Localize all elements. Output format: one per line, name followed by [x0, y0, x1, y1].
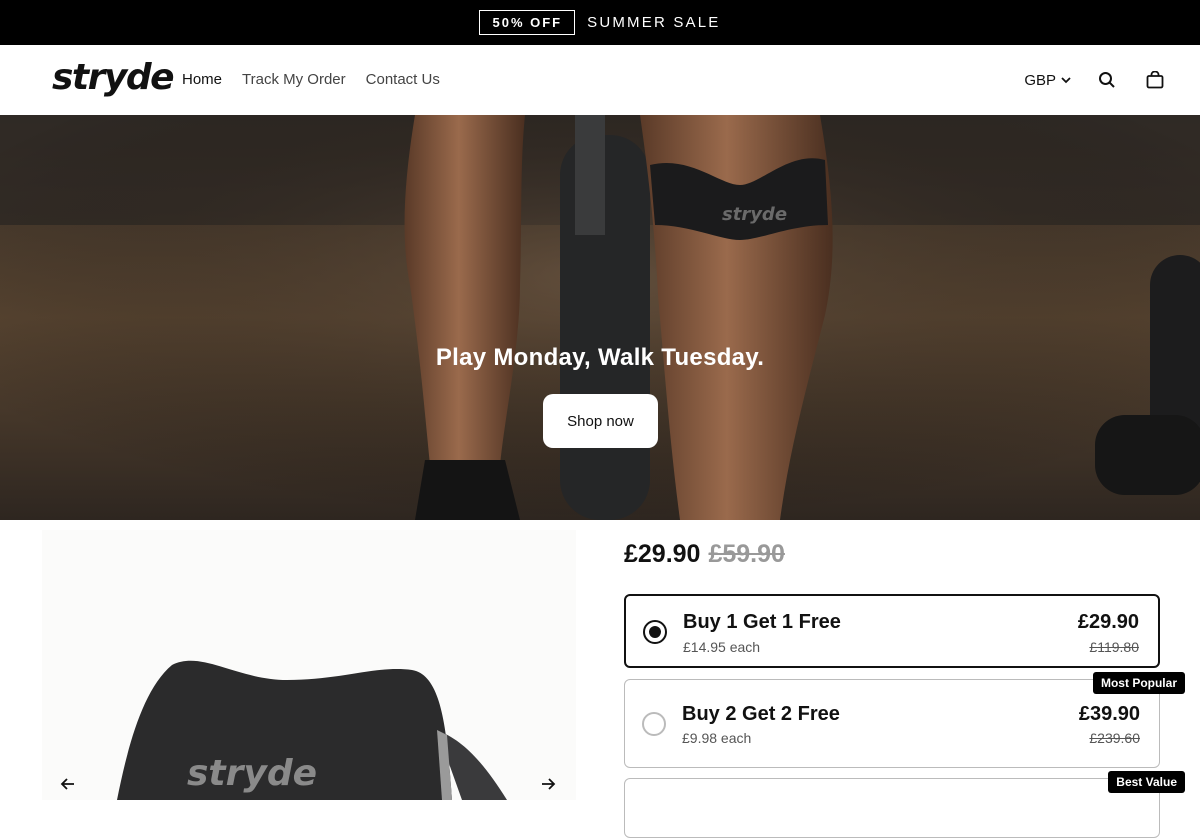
best-value-badge: Best Value: [1108, 771, 1185, 793]
cart-button[interactable]: [1142, 67, 1168, 93]
option-each-price: £9.98 each: [682, 730, 752, 746]
compare-price: £59.90: [708, 540, 785, 568]
search-button[interactable]: [1094, 67, 1120, 93]
nav-item-home[interactable]: Home: [182, 71, 222, 88]
current-price: £29.90: [624, 540, 701, 568]
gallery-next-button[interactable]: [538, 774, 558, 794]
header-actions: GBP: [1024, 67, 1168, 93]
option-title: Buy 2 Get 2 Free: [682, 703, 840, 725]
nav-item-track-my-order[interactable]: Track My Order: [242, 71, 346, 88]
shopping-bag-icon: [1146, 71, 1164, 89]
search-icon: [1099, 72, 1115, 88]
option-compare-price: £239.60: [1089, 730, 1140, 746]
most-popular-badge: Most Popular: [1092, 672, 1185, 694]
product-image: stryde: [42, 530, 576, 800]
option-each-price: £14.95 each: [683, 639, 761, 655]
option-price: £39.90: [1078, 703, 1140, 725]
strap-brand-text: stryde: [722, 204, 787, 225]
hero-banner: stryde Play Monday, Walk Tuesday. Shop n…: [0, 115, 1200, 520]
arrow-left-icon: [60, 778, 74, 790]
currency-selector[interactable]: GBP: [1024, 72, 1072, 89]
hero-image: stryde: [0, 115, 1200, 520]
site-header: stryde Home Track My Order Contact Us GB…: [0, 45, 1200, 115]
announcement-bar: 50% OFF SUMMER SALE: [0, 0, 1200, 45]
arrow-right-icon: [542, 778, 556, 790]
announcement-message: SUMMER SALE: [587, 14, 721, 31]
product-gallery: stryde: [42, 530, 576, 800]
nav-item-contact-us[interactable]: Contact Us: [366, 71, 440, 88]
logo[interactable]: stryde: [52, 57, 175, 98]
sale-badge: 50% OFF: [479, 10, 576, 35]
product-brand-text: stryde: [187, 753, 317, 794]
currency-label: GBP: [1024, 71, 1056, 89]
product-price: £29.90 £59.90: [624, 540, 785, 569]
bundle-option-3[interactable]: [624, 778, 1160, 838]
bundle-option-2[interactable]: Buy 2 Get 2 Free £9.98 each £39.90 £239.…: [624, 679, 1160, 768]
chevron-down-icon: [1061, 77, 1071, 84]
radio-selected[interactable]: [643, 620, 667, 644]
radio-unselected[interactable]: [642, 712, 666, 736]
option-compare-price: £119.80: [1089, 639, 1139, 655]
shop-now-button[interactable]: Shop now: [543, 394, 658, 448]
option-title: Buy 1 Get 1 Free: [683, 611, 841, 633]
bundle-option-1[interactable]: Buy 1 Get 1 Free £14.95 each £29.90 £119…: [624, 594, 1160, 668]
option-price: £29.90: [1077, 611, 1139, 633]
main-nav: Home Track My Order Contact Us: [182, 71, 440, 88]
hero-headline: Play Monday, Walk Tuesday.: [435, 344, 765, 371]
gallery-prev-button[interactable]: [58, 774, 78, 794]
